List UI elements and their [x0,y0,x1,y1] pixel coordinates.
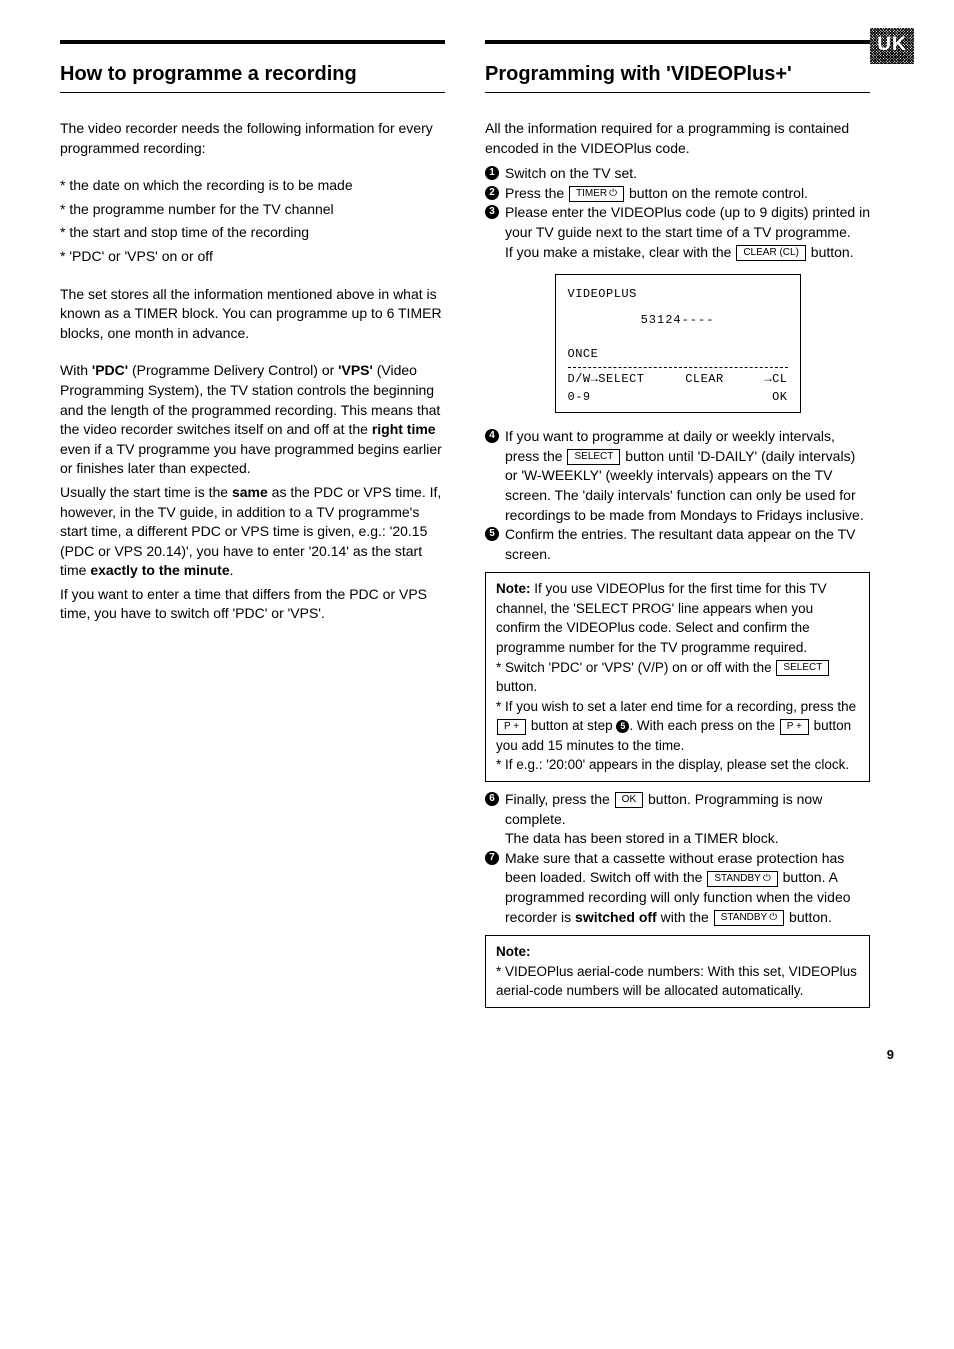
step-7: 7 Make sure that a cassette without eras… [485,849,870,927]
step-ref-icon: 5 [616,720,629,733]
p-plus-button: P + [497,719,526,735]
page-number: 9 [60,1046,894,1064]
note-box-2: Note: * VIDEOPlus aerial-code numbers: W… [485,935,870,1008]
bullet: * the programme number for the TV channe… [60,200,445,220]
step-1: 1 Switch on the TV set. [485,164,870,184]
step-number-icon: 3 [485,205,499,219]
step-4: 4 If you want to programme at daily or w… [485,427,870,525]
step-5: 5 Confirm the entries. The resultant dat… [485,525,870,564]
locale-badge: UK [870,28,914,64]
step-number-icon: 4 [485,429,499,443]
step-number-icon: 5 [485,527,499,541]
note-box-1: Note: If you use VIDEOPlus for the first… [485,572,870,782]
step-3: 3 Please enter the VIDEOPlus code (up to… [485,203,870,262]
osd-display: VIDEOPLUS 53124---- ONCE D/W→SELECT 0-9 … [555,274,801,413]
step-2: 2 Press the TIMER button on the remote c… [485,184,870,204]
left-store-text: The set stores all the information menti… [60,285,445,344]
bullet: * 'PDC' or 'VPS' on or off [60,247,445,267]
pdc-paragraph: With 'PDC' (Programme Delivery Control) … [60,361,445,479]
step-6: 6 Finally, press the OK button. Programm… [485,790,870,849]
step-number-icon: 7 [485,851,499,865]
step-number-icon: 6 [485,792,499,806]
right-intro: All the information required for a progr… [485,119,870,158]
left-heading: How to programme a recording [60,60,445,88]
p-plus-button: P + [780,719,809,735]
clear-button: CLEAR (CL) [736,245,806,261]
right-heading: Programming with 'VIDEOPlus+' [485,60,870,88]
select-button: SELECT [567,449,620,465]
standby-button: STANDBY [707,871,777,887]
bullet: * the date on which the recording is to … [60,176,445,196]
select-button: SELECT [776,660,829,676]
ok-button: OK [615,792,643,808]
step-number-icon: 1 [485,166,499,180]
step-number-icon: 2 [485,186,499,200]
standby-button: STANDBY [714,910,784,926]
timer-button: TIMER [569,186,624,202]
usually-paragraph: Usually the start time is the same as th… [60,483,445,581]
switchoff-paragraph: If you want to enter a time that differs… [60,585,445,624]
bullet: * the start and stop time of the recordi… [60,223,445,243]
left-intro: The video recorder needs the following i… [60,119,445,158]
